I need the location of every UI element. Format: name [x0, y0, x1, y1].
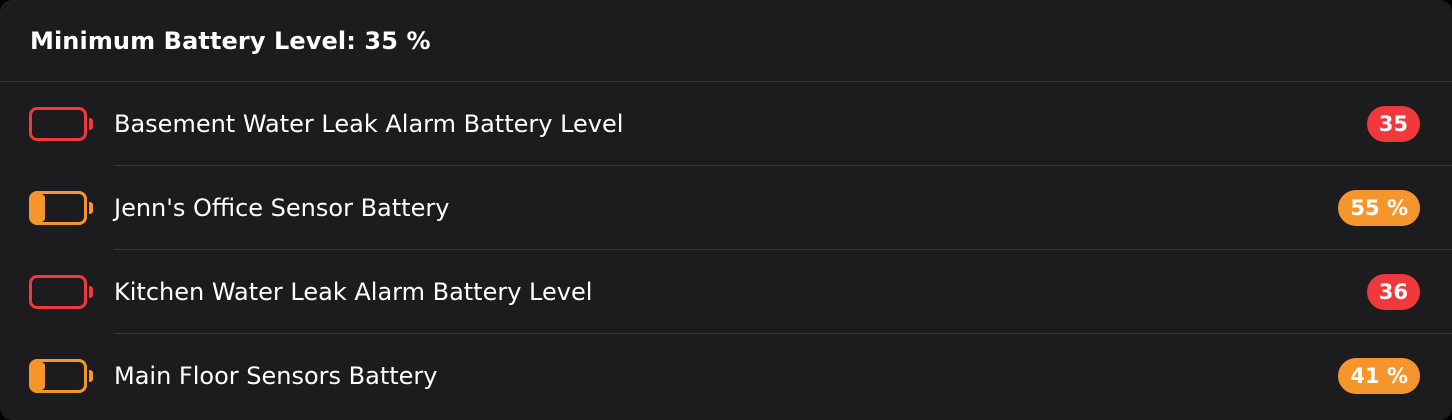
battery-level-badge: 35 [1366, 106, 1420, 142]
battery-row-main-floor[interactable]: Main Floor Sensors Battery 41 % [0, 334, 1452, 418]
battery-row-kitchen-leak[interactable]: Kitchen Water Leak Alarm Battery Level 3… [0, 250, 1452, 334]
battery-level-badge: 55 % [1338, 190, 1420, 226]
row-label: Main Floor Sensors Battery [114, 362, 438, 390]
row-label: Kitchen Water Leak Alarm Battery Level [114, 278, 593, 306]
battery-low-icon [29, 191, 93, 225]
row-label: Jenn's Office Sensor Battery [114, 194, 450, 222]
battery-row-basement-leak[interactable]: Basement Water Leak Alarm Battery Level … [0, 82, 1452, 166]
battery-list: Basement Water Leak Alarm Battery Level … [0, 82, 1452, 418]
battery-low-icon [29, 359, 93, 393]
battery-level-badge: 41 % [1338, 358, 1420, 394]
battery-empty-icon [29, 107, 93, 141]
row-label: Basement Water Leak Alarm Battery Level [114, 110, 624, 138]
battery-row-jenns-office[interactable]: Jenn's Office Sensor Battery 55 % [0, 166, 1452, 250]
card-header: Minimum Battery Level: 35 % [0, 0, 1452, 82]
card-title: Minimum Battery Level: 35 % [30, 26, 431, 55]
battery-level-badge: 36 [1366, 274, 1420, 310]
battery-card: Minimum Battery Level: 35 % Basement Wat… [0, 0, 1452, 420]
battery-empty-icon [29, 275, 93, 309]
